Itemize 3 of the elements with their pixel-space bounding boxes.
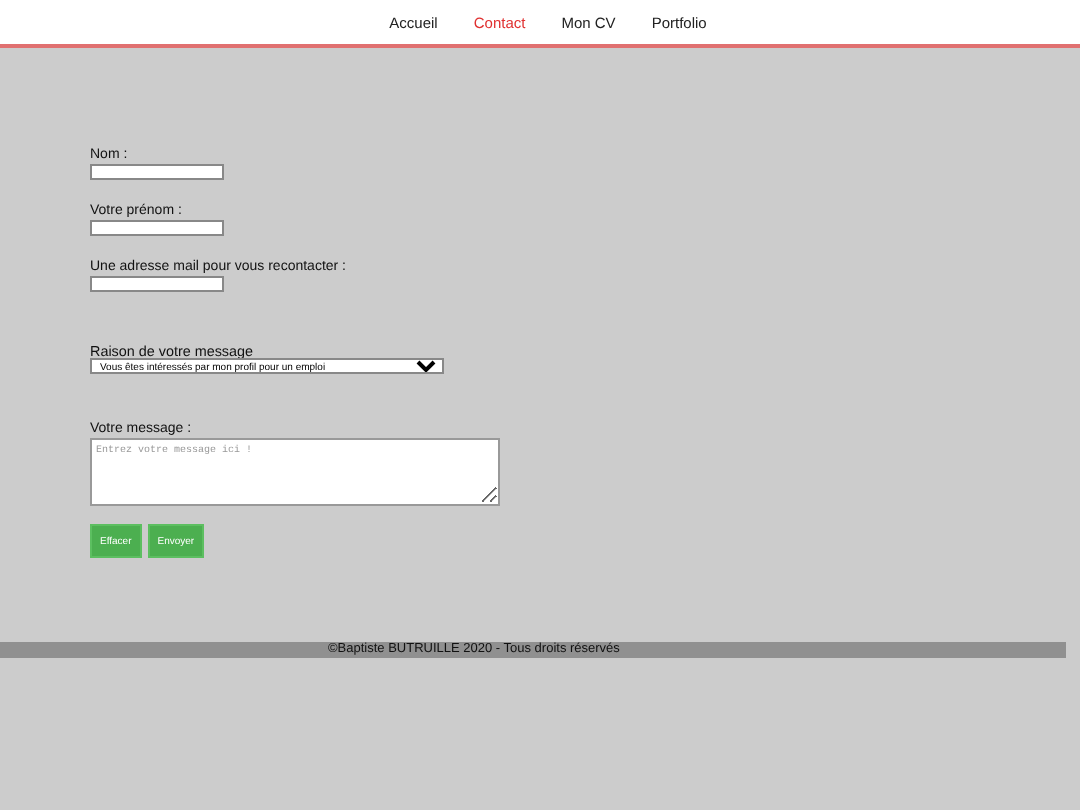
input-field[interactable] xyxy=(90,164,224,180)
input-field[interactable] xyxy=(90,276,224,292)
input-field[interactable] xyxy=(90,220,224,236)
